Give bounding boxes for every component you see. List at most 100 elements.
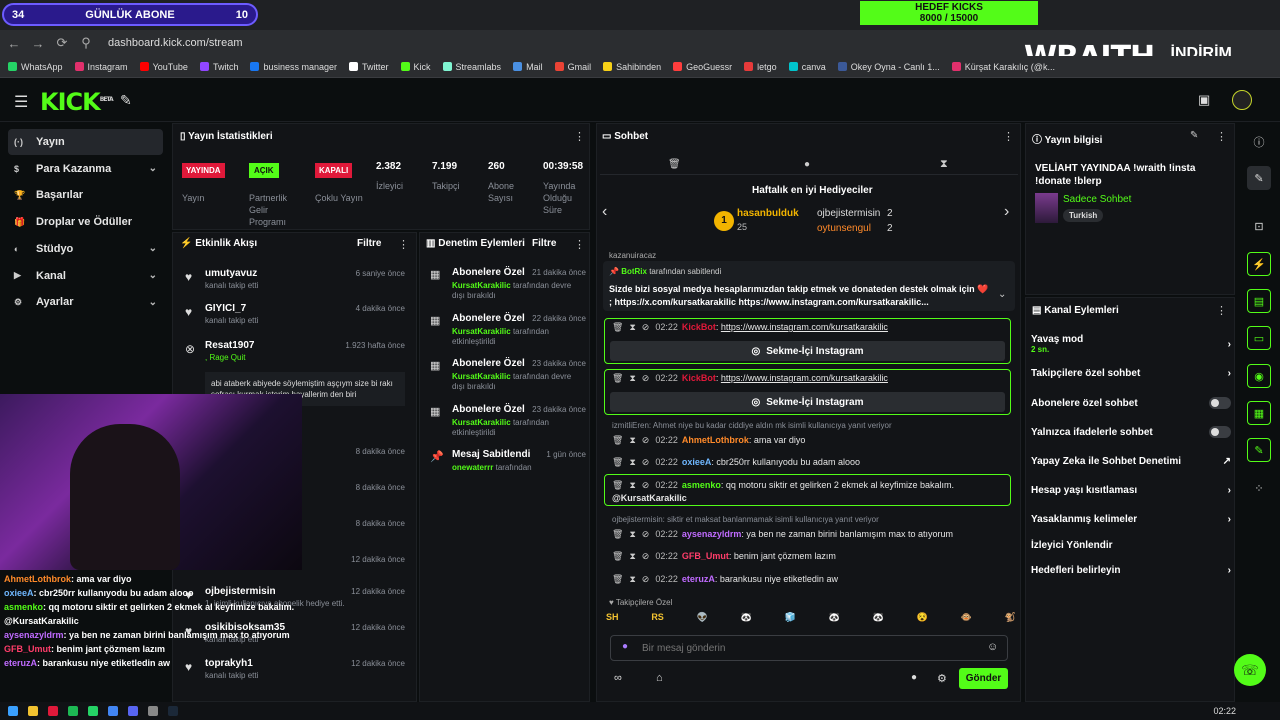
bookmark-item[interactable]: letgo (744, 62, 777, 72)
help-chat-icon[interactable]: ☏ (1234, 654, 1266, 686)
age-restrict-row[interactable]: Hesap yaşı kısıtlaması › (1031, 485, 1231, 496)
bookmark-item[interactable]: business manager (250, 62, 337, 72)
sidebar-item[interactable]: $ Para Kazanma ⌄ (8, 156, 163, 182)
moderation-actor[interactable]: KursatKarakilic (452, 418, 511, 427)
delete-icon[interactable]: 🗑 (612, 435, 623, 445)
site-info-icon[interactable]: ⚲ (76, 35, 96, 51)
sidebar-item[interactable]: 🏆 Başarılar (8, 182, 163, 208)
gifters-prev-icon[interactable]: ‹ (602, 203, 607, 221)
delete-icon[interactable]: 🗑 (612, 322, 623, 332)
emote-icon[interactable]: 🐵 (961, 612, 972, 628)
followers-chat-row[interactable]: Takipçilere özel sohbet › (1031, 368, 1231, 379)
gifters-next-icon[interactable]: › (1004, 203, 1009, 221)
broadcast-icon[interactable]: ◉ (1247, 364, 1271, 388)
ai-mod-row[interactable]: Yapay Zeka ile Sohbet Denetimi ↗ (1031, 456, 1231, 467)
stream-info-menu-icon[interactable]: ⋮ (1216, 130, 1227, 143)
forward-icon[interactable]: → (28, 36, 48, 51)
ban-icon[interactable]: ⊘ (642, 322, 650, 332)
timeout-icon[interactable]: ⧗ (629, 435, 635, 445)
ban-icon[interactable]: ⊘ (642, 529, 650, 539)
back-icon[interactable]: ← (4, 36, 24, 51)
moderation-actor[interactable]: onewaterrr (452, 463, 493, 472)
pencil-icon[interactable]: ✎ (1247, 166, 1271, 190)
chat-username[interactable]: GFB_Umut (682, 551, 729, 561)
obs-icon[interactable] (148, 706, 158, 716)
ban-icon[interactable]: ⊘ (642, 480, 650, 490)
emote-icon[interactable]: 🐒 (1005, 612, 1016, 628)
channel-actions-menu-icon[interactable]: ⋮ (1216, 304, 1227, 317)
chat-input[interactable] (642, 640, 972, 656)
steam-icon[interactable] (168, 706, 178, 716)
delete-icon[interactable]: 🗑 (612, 574, 623, 584)
info-icon[interactable]: ⓘ (1247, 130, 1271, 154)
whatsapp-icon[interactable] (88, 706, 98, 716)
delete-icon[interactable]: 🗑 (612, 551, 623, 561)
emote-icon[interactable]: 🧊 (785, 612, 796, 628)
chat-username[interactable]: oxieeA (682, 457, 712, 467)
goals-row[interactable]: Hedefleri belirleyin › (1031, 565, 1231, 576)
chevron-down-icon[interactable]: ⌄ (149, 297, 157, 308)
delete-icon[interactable]: 🗑 (612, 480, 623, 490)
chat-settings-bubble-icon[interactable]: ● (911, 672, 917, 683)
timeout-icon[interactable]: ⧗ (629, 574, 635, 584)
chat-message[interactable]: 🗑 ⧗ ⊘ 02:22 oxieeA: cbr250rr kullanıyodu bu … (612, 457, 1017, 468)
slow-mode-row[interactable]: Yavaş mod 2 sn. › (1031, 334, 1231, 354)
delete-icon[interactable]: 🗑 (612, 529, 623, 539)
chat-username[interactable]: KickBot (682, 373, 716, 383)
bookmark-item[interactable]: Instagram (74, 62, 128, 72)
bookmark-item[interactable]: Twitter (349, 62, 389, 72)
chevron-down-icon[interactable]: ⌄ (149, 270, 157, 281)
chat-mention[interactable]: @KursatKarakilic (612, 493, 1017, 503)
delete-icon[interactable]: 🗑 (612, 457, 623, 467)
moderation-menu-icon[interactable]: ⋮ (574, 238, 585, 251)
category-name[interactable]: Sadece Sohbet (1063, 194, 1131, 205)
chat-message[interactable]: 🗑 ⧗ ⊘ 02:22 KickBot: https://www.instagram.c… (612, 373, 1017, 384)
spotify-icon[interactable] (68, 706, 78, 716)
bookmark-item[interactable]: Kürşat Karakılıç (@k... (951, 62, 1055, 72)
crop-icon[interactable]: ⊡ (1247, 214, 1271, 238)
wallet-icon[interactable]: ▣ (1198, 92, 1210, 108)
activity-menu-icon[interactable]: ⋮ (398, 238, 409, 251)
instagram-link-button[interactable]: ◎ Sekme-İçi Instagram (610, 392, 1005, 412)
chevron-down-icon[interactable]: ⌄ (149, 163, 157, 174)
bookmark-item[interactable]: Twitch (199, 62, 238, 72)
chat-icon[interactable]: ▭ (1247, 326, 1271, 350)
ban-icon[interactable]: ⊘ (642, 457, 650, 467)
store-icon[interactable]: ⌂ (656, 672, 663, 684)
chevron-down-icon[interactable]: ⌄ (149, 243, 157, 254)
menu-icon[interactable]: ☰ (14, 92, 28, 112)
chat-message[interactable]: 🗑 ⧗ ⊘ 02:22 eteruzA: barankusu niye etiketle… (612, 574, 1017, 585)
emoji-icon[interactable]: ☺ (987, 641, 998, 653)
bookmark-item[interactable]: Gmail (554, 62, 591, 72)
chat-message[interactable]: 🗑 ⧗ ⊘ 02:22 KickBot: https://www.instagram.c… (612, 322, 1017, 333)
emote-chat-row[interactable]: Yalnızca ifadelerle sohbet (1031, 426, 1231, 438)
layout-icon[interactable]: ▦ (1247, 401, 1271, 425)
timeout-icon[interactable]: ⧗ (629, 457, 635, 467)
bookmark-item[interactable]: Mail (513, 62, 543, 72)
kick-logo[interactable]: KICKBETA (40, 88, 114, 116)
ban-icon[interactable]: ⊘ (642, 435, 650, 445)
discord-icon[interactable] (128, 706, 138, 716)
activity-user[interactable]: Resat1907 (205, 340, 254, 351)
redirect-row[interactable]: İzleyici Yönlendir (1031, 540, 1231, 551)
timeout-icon[interactable]: ⧗ (629, 551, 635, 561)
moderation-actor[interactable]: KursatKarakilic (452, 281, 511, 290)
pinned-expand-icon[interactable]: ⌄ (998, 289, 1006, 300)
mic-icon[interactable]: ● (622, 641, 628, 652)
sidebar-item[interactable]: 🎁 Droplar ve Ödüller (8, 209, 163, 235)
bookmark-item[interactable]: GeoGuessr (673, 62, 732, 72)
ban-icon[interactable]: ⊘ (642, 373, 650, 383)
wrench-icon[interactable]: ✎ (1247, 438, 1271, 462)
chat-menu-icon[interactable]: ⋮ (1003, 130, 1014, 143)
moderation-filter-button[interactable]: Filtre (532, 238, 556, 249)
ban-icon[interactable]: ⊘ (642, 574, 650, 584)
chat-username[interactable]: AhmetLothbrok (682, 435, 749, 445)
bookmark-item[interactable]: Sahibinden (603, 62, 661, 72)
chat-username[interactable]: asmenko (682, 480, 721, 490)
emote-icon[interactable]: SH (606, 612, 619, 628)
bookmark-item[interactable]: Okey Oyna - Canlı 1... (837, 62, 940, 72)
clipboard-icon[interactable]: ▤ (1247, 289, 1271, 313)
sidebar-item[interactable]: ⚙ Ayarlar ⌄ (8, 289, 163, 315)
send-button[interactable]: Gönder (959, 668, 1008, 689)
url-field[interactable]: dashboard.kick.com/stream (108, 37, 243, 49)
